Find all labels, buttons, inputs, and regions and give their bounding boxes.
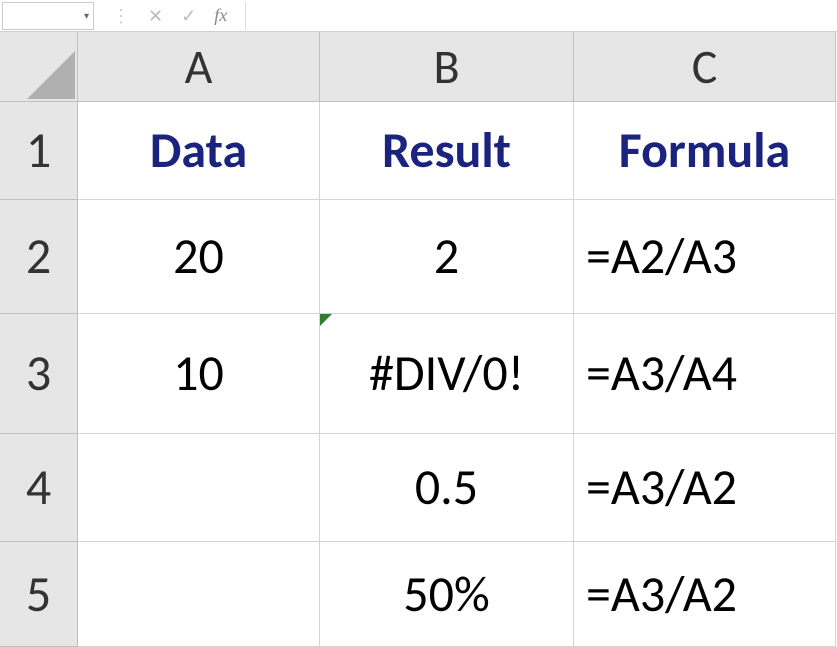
enter-icon[interactable]: ✓ bbox=[181, 5, 196, 27]
cell-C3[interactable]: =A3/A4 bbox=[574, 314, 836, 434]
fx-icon[interactable]: fx bbox=[214, 5, 227, 26]
cell-B4[interactable]: 0.5 bbox=[320, 434, 574, 542]
cell-C4[interactable]: =A3/A2 bbox=[574, 434, 836, 542]
formula-bar-icons: ⋮ ✕ ✓ fx bbox=[94, 2, 246, 30]
cell-A4[interactable] bbox=[78, 434, 320, 542]
cell-B2[interactable]: 2 bbox=[320, 200, 574, 314]
error-indicator-icon[interactable] bbox=[320, 314, 332, 326]
name-box-dropdown-icon[interactable]: ▾ bbox=[84, 9, 89, 22]
cell-C1[interactable]: Formula bbox=[574, 102, 836, 200]
formula-input[interactable] bbox=[246, 2, 837, 30]
cell-B5[interactable]: 50% bbox=[320, 542, 574, 647]
cancel-icon[interactable]: ✕ bbox=[148, 5, 163, 27]
divider-icon: ⋮ bbox=[112, 5, 130, 27]
select-all-corner[interactable] bbox=[0, 32, 78, 102]
cell-A3[interactable]: 10 bbox=[78, 314, 320, 434]
column-header-C[interactable]: C bbox=[574, 32, 836, 102]
cell-B3-value: #DIV/0! bbox=[369, 343, 524, 404]
row-header-2[interactable]: 2 bbox=[0, 200, 78, 314]
cell-B1[interactable]: Result bbox=[320, 102, 574, 200]
row-header-4[interactable]: 4 bbox=[0, 434, 78, 542]
name-box[interactable]: ▾ bbox=[2, 2, 94, 30]
cell-B3[interactable]: #DIV/0! bbox=[320, 314, 574, 434]
row-header-1[interactable]: 1 bbox=[0, 102, 78, 200]
row-header-5[interactable]: 5 bbox=[0, 542, 78, 647]
spreadsheet-grid: A B C 1 Data Result Formula 2 20 2 =A2/A… bbox=[0, 32, 837, 647]
formula-bar: ▾ ⋮ ✕ ✓ fx bbox=[0, 0, 837, 32]
cell-C2[interactable]: =A2/A3 bbox=[574, 200, 836, 314]
column-header-B[interactable]: B bbox=[320, 32, 574, 102]
cell-A1[interactable]: Data bbox=[78, 102, 320, 200]
cell-A2[interactable]: 20 bbox=[78, 200, 320, 314]
cell-A5[interactable] bbox=[78, 542, 320, 647]
select-all-triangle-icon bbox=[27, 51, 75, 99]
row-header-3[interactable]: 3 bbox=[0, 314, 78, 434]
cell-C5[interactable]: =A3/A2 bbox=[574, 542, 836, 647]
column-header-A[interactable]: A bbox=[78, 32, 320, 102]
